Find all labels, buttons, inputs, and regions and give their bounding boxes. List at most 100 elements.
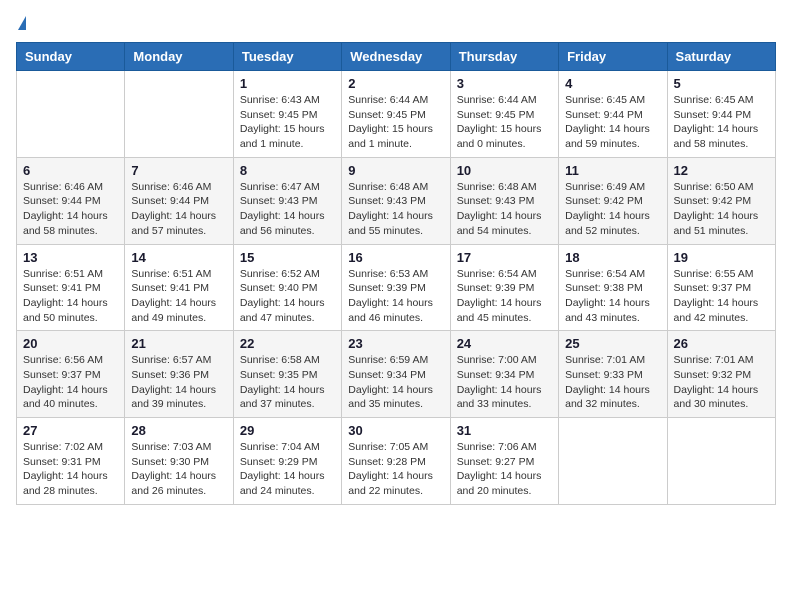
day-info: Sunrise: 6:53 AMSunset: 9:39 PMDaylight:… [348, 267, 443, 326]
day-info: Sunrise: 6:47 AMSunset: 9:43 PMDaylight:… [240, 180, 335, 239]
calendar-cell: 7 Sunrise: 6:46 AMSunset: 9:44 PMDaylight… [125, 157, 233, 244]
day-info: Sunrise: 6:57 AMSunset: 9:36 PMDaylight:… [131, 353, 226, 412]
calendar-cell: 1Sunrise: 6:43 AMSunset: 9:45 PMDaylight… [233, 71, 341, 158]
calendar-table: SundayMondayTuesdayWednesdayThursdayFrid… [16, 42, 776, 505]
day-number: 28 [131, 423, 226, 438]
day-info: Sunrise: 6:54 AMSunset: 9:39 PMDaylight:… [457, 267, 552, 326]
day-info: Sunrise: 7:06 AMSunset: 9:27 PMDaylight:… [457, 440, 552, 499]
day-number: 6 [23, 163, 118, 178]
calendar-cell: 13 Sunrise: 6:51 AMSunset: 9:41 PMDayligh… [17, 244, 125, 331]
day-info: Sunrise: 6:46 AMSunset: 9:44 PMDaylight:… [131, 180, 226, 239]
calendar-cell: 4 Sunrise: 6:45 AMSunset: 9:44 PMDaylight… [559, 71, 667, 158]
day-number: 20 [23, 336, 118, 351]
calendar-cell: 29 Sunrise: 7:04 AMSunset: 9:29 PMDayligh… [233, 418, 341, 505]
day-number: 7 [131, 163, 226, 178]
day-info: Sunrise: 7:03 AMSunset: 9:30 PMDaylight:… [131, 440, 226, 499]
calendar-cell: 23 Sunrise: 6:59 AMSunset: 9:34 PMDayligh… [342, 331, 450, 418]
column-header-tuesday: Tuesday [233, 43, 341, 71]
calendar-cell: 8 Sunrise: 6:47 AMSunset: 9:43 PMDaylight… [233, 157, 341, 244]
day-info: Sunrise: 6:50 AMSunset: 9:42 PMDaylight:… [674, 180, 769, 239]
day-number: 11 [565, 163, 660, 178]
calendar-header-row: SundayMondayTuesdayWednesdayThursdayFrid… [17, 43, 776, 71]
calendar-cell: 22Sunrise: 6:58 AMSunset: 9:35 PMDayligh… [233, 331, 341, 418]
day-info: Sunrise: 6:45 AMSunset: 9:44 PMDaylight:… [565, 93, 660, 152]
calendar-cell: 20Sunrise: 6:56 AMSunset: 9:37 PMDayligh… [17, 331, 125, 418]
logo [16, 16, 26, 30]
day-info: Sunrise: 6:49 AMSunset: 9:42 PMDaylight:… [565, 180, 660, 239]
day-number: 8 [240, 163, 335, 178]
day-number: 27 [23, 423, 118, 438]
day-info: Sunrise: 7:02 AMSunset: 9:31 PMDaylight:… [23, 440, 118, 499]
day-number: 21 [131, 336, 226, 351]
column-header-sunday: Sunday [17, 43, 125, 71]
day-number: 2 [348, 76, 443, 91]
day-info: Sunrise: 6:44 AMSunset: 9:45 PMDaylight:… [457, 93, 552, 152]
calendar-cell: 9 Sunrise: 6:48 AMSunset: 9:43 PMDaylight… [342, 157, 450, 244]
day-info: Sunrise: 6:45 AMSunset: 9:44 PMDaylight:… [674, 93, 769, 152]
day-info: Sunrise: 6:59 AMSunset: 9:34 PMDaylight:… [348, 353, 443, 412]
day-info: Sunrise: 6:48 AMSunset: 9:43 PMDaylight:… [348, 180, 443, 239]
calendar-week-row: 20Sunrise: 6:56 AMSunset: 9:37 PMDayligh… [17, 331, 776, 418]
calendar-cell [17, 71, 125, 158]
calendar-week-row: 6 Sunrise: 6:46 AMSunset: 9:44 PMDaylight… [17, 157, 776, 244]
calendar-cell [667, 418, 775, 505]
day-info: Sunrise: 6:51 AMSunset: 9:41 PMDaylight:… [131, 267, 226, 326]
calendar-cell: 27 Sunrise: 7:02 AMSunset: 9:31 PMDayligh… [17, 418, 125, 505]
calendar-cell: 15 Sunrise: 6:52 AMSunset: 9:40 PMDayligh… [233, 244, 341, 331]
column-header-monday: Monday [125, 43, 233, 71]
day-number: 26 [674, 336, 769, 351]
day-info: Sunrise: 6:52 AMSunset: 9:40 PMDaylight:… [240, 267, 335, 326]
day-info: Sunrise: 6:48 AMSunset: 9:43 PMDaylight:… [457, 180, 552, 239]
day-info: Sunrise: 7:05 AMSunset: 9:28 PMDaylight:… [348, 440, 443, 499]
day-number: 10 [457, 163, 552, 178]
calendar-cell: 26 Sunrise: 7:01 AMSunset: 9:32 PMDayligh… [667, 331, 775, 418]
day-number: 4 [565, 76, 660, 91]
day-number: 30 [348, 423, 443, 438]
logo-triangle-icon [18, 16, 26, 30]
calendar-week-row: 13 Sunrise: 6:51 AMSunset: 9:41 PMDayligh… [17, 244, 776, 331]
day-number: 25 [565, 336, 660, 351]
day-number: 13 [23, 250, 118, 265]
day-number: 24 [457, 336, 552, 351]
calendar-cell: 3 Sunrise: 6:44 AMSunset: 9:45 PMDaylight… [450, 71, 558, 158]
day-info: Sunrise: 6:54 AMSunset: 9:38 PMDaylight:… [565, 267, 660, 326]
day-number: 9 [348, 163, 443, 178]
calendar-cell: 31Sunrise: 7:06 AMSunset: 9:27 PMDayligh… [450, 418, 558, 505]
calendar-cell [125, 71, 233, 158]
column-header-thursday: Thursday [450, 43, 558, 71]
calendar-cell: 14 Sunrise: 6:51 AMSunset: 9:41 PMDayligh… [125, 244, 233, 331]
day-number: 14 [131, 250, 226, 265]
day-number: 15 [240, 250, 335, 265]
column-header-saturday: Saturday [667, 43, 775, 71]
column-header-wednesday: Wednesday [342, 43, 450, 71]
day-info: Sunrise: 6:44 AMSunset: 9:45 PMDaylight:… [348, 93, 443, 152]
day-number: 29 [240, 423, 335, 438]
day-info: Sunrise: 7:00 AMSunset: 9:34 PMDaylight:… [457, 353, 552, 412]
calendar-week-row: 27 Sunrise: 7:02 AMSunset: 9:31 PMDayligh… [17, 418, 776, 505]
calendar-cell: 19 Sunrise: 6:55 AMSunset: 9:37 PMDayligh… [667, 244, 775, 331]
calendar-cell: 17 Sunrise: 6:54 AMSunset: 9:39 PMDayligh… [450, 244, 558, 331]
day-info: Sunrise: 6:55 AMSunset: 9:37 PMDaylight:… [674, 267, 769, 326]
calendar-cell: 10 Sunrise: 6:48 AMSunset: 9:43 PMDayligh… [450, 157, 558, 244]
day-number: 19 [674, 250, 769, 265]
day-info: Sunrise: 6:43 AMSunset: 9:45 PMDaylight:… [240, 93, 335, 152]
calendar-cell: 21 Sunrise: 6:57 AMSunset: 9:36 PMDayligh… [125, 331, 233, 418]
day-number: 3 [457, 76, 552, 91]
day-number: 22 [240, 336, 335, 351]
calendar-cell: 16Sunrise: 6:53 AMSunset: 9:39 PMDayligh… [342, 244, 450, 331]
calendar-cell: 2 Sunrise: 6:44 AMSunset: 9:45 PMDaylight… [342, 71, 450, 158]
day-number: 23 [348, 336, 443, 351]
day-number: 12 [674, 163, 769, 178]
day-info: Sunrise: 7:01 AMSunset: 9:32 PMDaylight:… [674, 353, 769, 412]
calendar-cell: 12 Sunrise: 6:50 AMSunset: 9:42 PMDayligh… [667, 157, 775, 244]
day-number: 18 [565, 250, 660, 265]
calendar-cell: 25Sunrise: 7:01 AMSunset: 9:33 PMDayligh… [559, 331, 667, 418]
day-info: Sunrise: 6:51 AMSunset: 9:41 PMDaylight:… [23, 267, 118, 326]
calendar-cell: 5Sunrise: 6:45 AMSunset: 9:44 PMDaylight… [667, 71, 775, 158]
day-info: Sunrise: 6:46 AMSunset: 9:44 PMDaylight:… [23, 180, 118, 239]
page-header [16, 16, 776, 30]
day-info: Sunrise: 7:04 AMSunset: 9:29 PMDaylight:… [240, 440, 335, 499]
calendar-cell: 11 Sunrise: 6:49 AMSunset: 9:42 PMDayligh… [559, 157, 667, 244]
calendar-cell: 24 Sunrise: 7:00 AMSunset: 9:34 PMDayligh… [450, 331, 558, 418]
day-number: 17 [457, 250, 552, 265]
